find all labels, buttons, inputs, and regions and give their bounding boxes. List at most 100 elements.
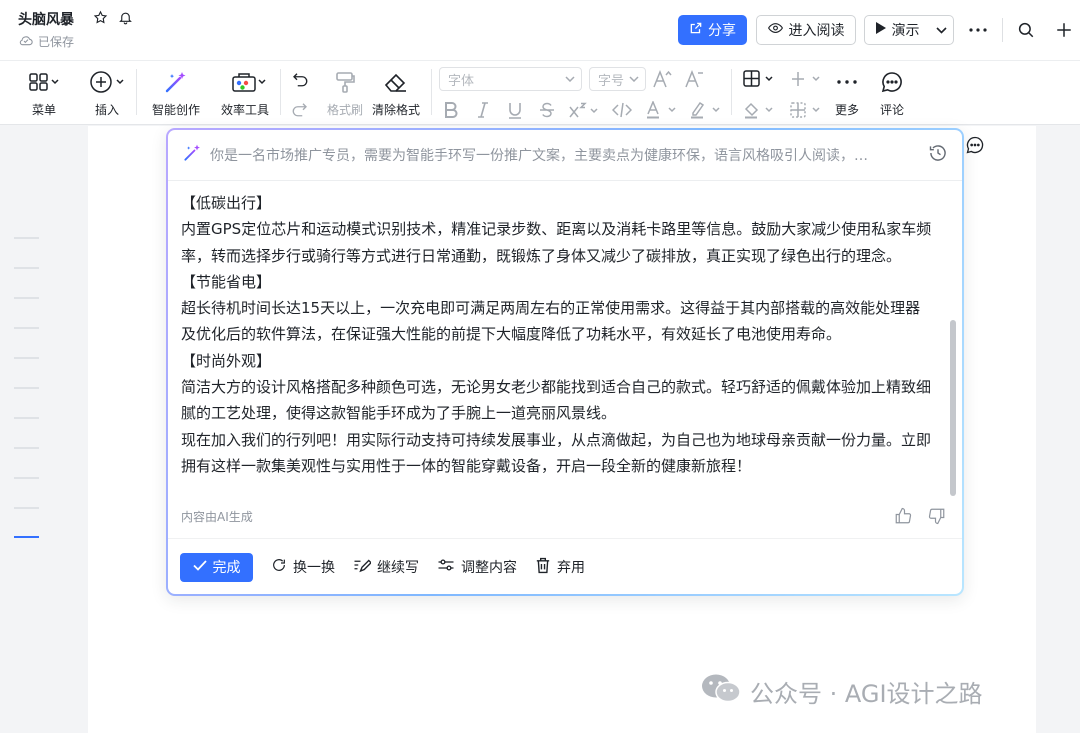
table-icon[interactable]: [742, 69, 778, 89]
check-icon: [192, 559, 207, 575]
ai-generated-content[interactable]: 【低碳出行】 内置GPS定位芯片和运动模式识别技术，精准记录步数、距离以及消耗卡…: [181, 190, 933, 479]
watermark-text: 公众号 · AGI设计之路: [750, 679, 983, 708]
more-options-icon[interactable]: [968, 20, 988, 40]
font-select[interactable]: 字体: [439, 67, 582, 91]
history-icon[interactable]: [928, 143, 948, 167]
comment-tool[interactable]: 评论: [880, 69, 904, 118]
circle-plus-icon: [89, 69, 125, 95]
insert-label: 插入: [94, 103, 119, 117]
outline-marker[interactable]: [14, 357, 39, 359]
present-button[interactable]: 演示: [864, 15, 931, 45]
divider: [168, 180, 962, 181]
format-painter-tool[interactable]: 格式刷: [327, 69, 363, 118]
add-comment-icon[interactable]: [964, 134, 986, 156]
thumbs-up-icon[interactable]: [892, 505, 914, 527]
ai-create-label: 智能创作: [152, 103, 201, 117]
undo-icon[interactable]: [290, 69, 310, 89]
outline-marker[interactable]: [14, 327, 39, 329]
wechat-icon: [700, 672, 742, 710]
ai-prompt-text: 你是一名市场推广专员，需要为智能手环写一份推广文案，主要卖点为健康环保，语言风格…: [210, 148, 868, 164]
thumbs-down-icon[interactable]: [926, 505, 948, 527]
outline-marker[interactable]: [14, 417, 39, 419]
chevron-down-icon: [565, 76, 575, 82]
trash-icon: [535, 557, 551, 578]
continue-writing-label: 继续写: [377, 560, 419, 576]
doc-title[interactable]: 头脑风暴: [18, 9, 74, 29]
content-heading: 【时尚外观】: [181, 351, 272, 370]
bell-icon[interactable]: [116, 8, 134, 26]
ai-prompt-bar[interactable]: 你是一名市场推广专员，需要为智能手环写一份推广文案，主要卖点为健康环保，语言风格…: [182, 142, 948, 168]
divider: [431, 69, 432, 115]
present-options-button[interactable]: [930, 15, 954, 45]
plus-icon[interactable]: [1054, 20, 1074, 40]
menu-tool[interactable]: 菜单: [28, 69, 60, 118]
chevron-down-icon: [629, 76, 639, 82]
underline-icon[interactable]: [505, 100, 525, 120]
formatting-toolbar: 菜单 插入 智能创作 效率工具 格式刷 清除格式 字体 字号 更多 评论: [0, 60, 1080, 125]
watermark: 公众号 · AGI设计之路: [700, 672, 983, 710]
star-icon[interactable]: [91, 8, 109, 26]
clear-format-tool[interactable]: 清除格式: [372, 69, 420, 118]
continue-writing-button[interactable]: 继续写: [353, 557, 419, 577]
text-color-icon[interactable]: [644, 100, 680, 120]
outline-marker[interactable]: [14, 477, 39, 479]
outline-marker[interactable]: [14, 387, 39, 389]
adjust-content-button[interactable]: 调整内容: [437, 557, 517, 577]
bold-icon[interactable]: [441, 100, 461, 120]
redo-icon[interactable]: [290, 99, 310, 119]
increase-font-icon[interactable]: [652, 69, 672, 89]
divider: [136, 69, 137, 115]
highlight-icon[interactable]: [688, 100, 724, 120]
regenerate-label: 换一换: [293, 560, 335, 576]
outline-marker[interactable]: [14, 507, 39, 509]
outline-marker[interactable]: [14, 267, 39, 269]
regenerate-button[interactable]: 换一换: [271, 557, 335, 577]
ai-action-bar: 完成 换一换 继续写 调整内容 弃用: [180, 552, 585, 582]
more-tool[interactable]: 更多: [835, 69, 859, 118]
outline-marker-active[interactable]: [14, 536, 39, 538]
share-button[interactable]: 分享: [678, 15, 747, 45]
eye-icon: [767, 22, 783, 38]
fill-color-icon[interactable]: [742, 100, 778, 120]
outline-marker[interactable]: [14, 447, 39, 449]
italic-icon[interactable]: [473, 100, 493, 120]
grid-menu-icon: [28, 69, 60, 95]
decrease-font-icon[interactable]: [684, 69, 704, 89]
search-icon[interactable]: [1016, 20, 1036, 40]
insert-tool[interactable]: 插入: [89, 69, 125, 118]
more-label: 更多: [835, 103, 860, 117]
toolbox-icon: [222, 69, 268, 95]
ai-generated-note: 内容由AI生成: [181, 510, 253, 524]
reading-mode-button[interactable]: 进入阅读: [756, 15, 856, 45]
paint-brush-icon: [333, 69, 357, 95]
discard-label: 弃用: [557, 560, 585, 576]
align-icon[interactable]: [789, 69, 825, 89]
content-paragraph: 简洁大方的设计风格搭配多种颜色可选，无论男女老少都能找到适合自己的款式。轻巧舒适…: [181, 378, 932, 423]
divider: [731, 69, 732, 115]
ai-writing-panel: 你是一名市场推广专员，需要为智能手环写一份推广文案，主要卖点为健康环保，语言风格…: [166, 128, 964, 596]
outline-marker[interactable]: [14, 237, 39, 239]
clear-format-label: 清除格式: [372, 103, 421, 117]
font-size-select[interactable]: 字号: [589, 67, 646, 91]
done-button[interactable]: 完成: [180, 552, 253, 582]
discard-button[interactable]: 弃用: [535, 557, 585, 578]
content-paragraph: 内置GPS定位芯片和运动模式识别技术，精准记录步数、距离以及消耗卡路里等信息。鼓…: [181, 220, 932, 265]
efficiency-tool[interactable]: 效率工具: [221, 69, 269, 118]
saved-status-text: 已保存: [38, 35, 75, 49]
strikethrough-icon[interactable]: [537, 100, 557, 120]
comment-label: 评论: [880, 103, 905, 117]
adjust-content-label: 调整内容: [461, 560, 517, 576]
divider: [280, 69, 281, 115]
code-icon[interactable]: [612, 100, 632, 120]
sliders-icon: [437, 557, 455, 577]
eraser-icon: [383, 69, 409, 95]
superscript-icon[interactable]: [568, 100, 602, 120]
border-icon[interactable]: [789, 100, 825, 120]
content-heading: 【低碳出行】: [181, 194, 272, 212]
ai-create-tool[interactable]: 智能创作: [152, 69, 200, 118]
content-heading: 【节能省电】: [181, 272, 272, 291]
scrollbar-thumb[interactable]: [950, 320, 956, 496]
content-paragraph: 超长待机时间长达15天以上，一次充电即可满足两周左右的正常使用需求。这得益于其内…: [181, 299, 921, 344]
outline-marker[interactable]: [14, 297, 39, 299]
done-label: 完成: [212, 560, 241, 576]
